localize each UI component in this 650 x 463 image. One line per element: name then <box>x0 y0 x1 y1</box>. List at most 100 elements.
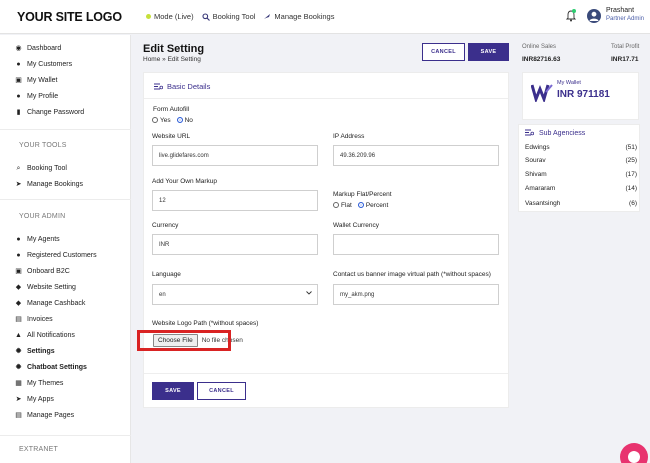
save-button[interactable]: SAVE <box>152 382 194 400</box>
sidebar-item-my-apps[interactable]: ➤ My Apps <box>15 396 54 403</box>
currency-input[interactable]: INR <box>152 234 318 255</box>
mode-label: Mode (Live) <box>154 12 194 21</box>
manage-bookings-link[interactable]: Manage Bookings <box>263 12 334 21</box>
online-sales-value: INR82716.63 <box>522 56 561 63</box>
list-item[interactable]: Shivam (17) <box>525 171 637 178</box>
website-url-label: Website URL <box>152 133 191 140</box>
sidebar-item-all-notifications[interactable]: ▲ All Notifications <box>15 332 75 339</box>
sidebar-item-onboard-b2c[interactable]: ▣ Onboard B2C <box>15 268 70 275</box>
banner-path-input[interactable]: my_akm.png <box>333 284 499 305</box>
card-header: Basic Details <box>144 73 508 99</box>
markup-percent-option[interactable]: Percent <box>357 202 388 209</box>
extranet-heading: EXTRANET <box>19 446 58 453</box>
ip-address-input[interactable]: 49.36.209.96 <box>333 145 499 166</box>
sidebar-item-label: Invoices <box>27 316 53 323</box>
list-item[interactable]: Amararam (14) <box>525 185 637 192</box>
markup-input[interactable]: 12 <box>152 190 318 211</box>
sidebar-item-label: Dashboard <box>27 45 62 52</box>
sidebar-item-my-profile[interactable]: ● My Profile <box>15 93 58 100</box>
mode-live-toggle[interactable]: Mode (Live) <box>146 12 194 21</box>
wallet-amount: INR 971181 <box>557 89 610 100</box>
apps-icon: ➤ <box>15 396 22 403</box>
sidebar-item-label: My Profile <box>27 93 59 100</box>
search-icon: ⌕ <box>16 165 21 172</box>
invoice-icon: ▤ <box>15 316 22 323</box>
sidebar-item-booking-tool[interactable]: ⌕ Booking Tool <box>15 165 67 172</box>
booking-tool-label: Booking Tool <box>212 12 256 21</box>
wallet-brand-icon <box>530 82 553 104</box>
plane-icon <box>263 13 271 21</box>
currency-label: Currency <box>152 222 179 229</box>
section-title: Basic Details <box>167 82 211 91</box>
sidebar-item-manage-cashback[interactable]: ◆ Manage Cashback <box>15 300 86 307</box>
sidebar-item-chatboat-settings[interactable]: ✹ Chatboat Settings <box>15 364 87 371</box>
save-button-top[interactable]: SAVE <box>468 43 509 61</box>
sidebar-item-label: My Wallet <box>27 77 58 84</box>
sidebar-item-my-customers[interactable]: ● My Customers <box>15 61 72 68</box>
card-divider <box>144 373 508 374</box>
cancel-button[interactable]: CANCEL <box>197 382 246 400</box>
list-item[interactable]: Sourav (25) <box>525 157 637 164</box>
markup-flat-option[interactable]: Flat <box>333 202 352 209</box>
online-sales-label: Online Sales <box>522 44 557 50</box>
sidebar-item-manage-bookings[interactable]: ➤ Manage Bookings <box>15 181 83 188</box>
user-icon: ● <box>16 61 21 68</box>
sidebar-item-label: Settings <box>27 348 55 355</box>
sidebar-item-my-agents[interactable]: ● My Agents <box>15 236 59 243</box>
radio-percent[interactable] <box>357 202 364 208</box>
sidebar-item-registered-customers[interactable]: ● Registered Customers <box>15 252 96 259</box>
agents-icon: ● <box>16 236 21 243</box>
sidebar-item-my-themes[interactable]: ▦ My Themes <box>15 380 63 387</box>
autofill-no-option[interactable]: No <box>176 117 193 124</box>
cancel-button-top[interactable]: CANCEL <box>422 43 465 61</box>
onboard-icon: ▣ <box>15 268 22 275</box>
language-label: Language <box>152 271 181 278</box>
wallet-card[interactable]: My Wallet INR 971181 <box>522 72 639 120</box>
banner-path-label: Contact us banner image virtual path (*w… <box>333 271 491 278</box>
sidebar-item-label: Website Setting <box>27 284 76 291</box>
sidebar-item-settings[interactable]: ✹ Settings <box>15 348 55 355</box>
autofill-label: Form Autofill <box>153 106 190 113</box>
autofill-yes-option[interactable]: Yes <box>152 117 171 124</box>
live-dot-icon <box>146 14 151 19</box>
user-name[interactable]: Prashant <box>606 7 634 14</box>
breadcrumb[interactable]: Home » Edit Setting <box>143 56 201 63</box>
sidebar-item-manage-pages[interactable]: ▤ Manage Pages <box>15 412 74 419</box>
pages-icon: ▤ <box>15 412 22 419</box>
agency-count: (25) <box>625 157 637 164</box>
autofill-no-label: No <box>184 117 193 124</box>
avatar[interactable] <box>587 9 601 23</box>
customers-icon: ● <box>16 252 21 259</box>
agency-count: (51) <box>625 144 637 151</box>
radio-no[interactable] <box>176 117 183 123</box>
sidebar-item-dashboard[interactable]: ◉ Dashboard <box>15 45 61 52</box>
wallet-currency-input[interactable] <box>333 234 499 255</box>
total-profit-label: Total Profit <box>611 44 640 50</box>
sidebar-item-invoices[interactable]: ▤ Invoices <box>15 316 53 323</box>
sidebar-item-label: Change Password <box>27 109 85 116</box>
sidebar-item-website-setting[interactable]: ◆ Website Setting <box>15 284 76 291</box>
agency-count: (6) <box>629 200 637 207</box>
dashboard-icon: ◉ <box>15 45 22 52</box>
agency-count: (14) <box>625 185 637 192</box>
chat-settings-icon: ✹ <box>15 364 22 371</box>
site-logo[interactable]: YOUR SITE LOGO <box>17 10 122 24</box>
language-select[interactable]: en <box>152 284 318 305</box>
sidebar-item-change-password[interactable]: ▮ Change Password <box>15 109 85 116</box>
sidebar-item-label: Booking Tool <box>27 165 67 172</box>
radio-yes[interactable] <box>152 117 158 123</box>
booking-tool-link[interactable]: Booking Tool <box>202 12 256 21</box>
sub-agencies-card: Sub Agenciess Edwings (51) Sourav (25) S… <box>518 124 640 212</box>
website-url-input[interactable]: live.glidefares.com <box>152 145 318 166</box>
markup-label: Add Your Own Markup <box>152 178 218 185</box>
chat-launcher-button[interactable] <box>620 443 648 463</box>
settings-icon: ✹ <box>15 348 22 355</box>
markup-type-label: Markup Flat/Percent <box>333 191 392 198</box>
radio-flat[interactable] <box>333 202 339 208</box>
sidebar-item-my-wallet[interactable]: ▣ My Wallet <box>15 77 57 84</box>
list-item[interactable]: Vasantsingh (6) <box>525 200 637 207</box>
cashback-icon: ◆ <box>15 300 22 307</box>
list-item[interactable]: Edwings (51) <box>525 144 637 151</box>
sidebar-item-label: Onboard B2C <box>27 268 70 275</box>
sidebar: ◉ Dashboard ● My Customers ▣ My Wallet ●… <box>0 35 131 463</box>
